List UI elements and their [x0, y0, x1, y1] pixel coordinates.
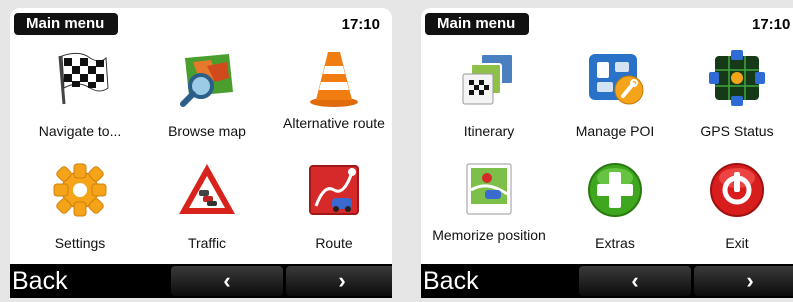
- menu-grid: Navigate to... Browse map Alternative ro…: [10, 44, 392, 266]
- item-label: Navigate to...: [38, 123, 122, 139]
- navigate-to-button[interactable]: Navigate to...: [20, 44, 140, 154]
- checkered-flag-icon: [58, 52, 109, 105]
- alternative-route-button[interactable]: Alternative route: [274, 44, 392, 154]
- menu-title: Main menu: [14, 13, 119, 35]
- menu-title: Main menu: [425, 13, 530, 35]
- map-magnifier-icon: [180, 54, 233, 107]
- gps-status-button[interactable]: GPS Status: [677, 44, 793, 154]
- itinerary-icon: [462, 53, 514, 105]
- next-page-button[interactable]: ›: [286, 266, 392, 296]
- clock: 17:10: [752, 16, 791, 33]
- settings-button[interactable]: Settings: [20, 156, 140, 266]
- header: Main menu 17:10: [10, 8, 392, 40]
- item-label: Itinerary: [463, 123, 515, 139]
- item-label: Traffic: [187, 235, 227, 251]
- extras-button[interactable]: Extras: [555, 156, 675, 266]
- traffic-warning-icon: [179, 164, 235, 214]
- item-label: GPS Status: [700, 123, 774, 139]
- item-label: Browse map: [168, 123, 246, 139]
- route-icon: [309, 165, 359, 215]
- item-label: Route: [315, 235, 353, 251]
- item-label: Settings: [54, 235, 106, 251]
- header: Main menu 17:10: [421, 8, 793, 40]
- previous-page-button[interactable]: ‹: [579, 266, 691, 296]
- menu-grid: Itinerary Manage POI GPS Status Memorize…: [421, 44, 793, 266]
- item-label: Manage POI: [575, 123, 655, 139]
- bottom-bar: Back ‹ ›: [10, 264, 392, 298]
- poi-icon: [589, 54, 644, 105]
- traffic-cone-icon: [310, 52, 358, 107]
- plus-icon: [588, 163, 642, 217]
- item-label: Extras: [595, 235, 635, 251]
- gps-satellite-icon: [709, 50, 765, 106]
- clock: 17:10: [341, 16, 380, 33]
- manage-poi-button[interactable]: Manage POI: [555, 44, 675, 154]
- memorize-position-button[interactable]: Memorize position: [429, 156, 549, 266]
- itinerary-button[interactable]: Itinerary: [429, 44, 549, 154]
- route-button[interactable]: Route: [274, 156, 392, 266]
- previous-page-button[interactable]: ‹: [171, 266, 283, 296]
- item-label: Alternative route: [283, 115, 385, 131]
- gear-icon: [53, 163, 107, 217]
- traffic-button[interactable]: Traffic: [147, 156, 267, 266]
- memorize-position-icon: [466, 163, 512, 215]
- browse-map-button[interactable]: Browse map: [147, 44, 267, 154]
- exit-button[interactable]: Exit: [677, 156, 793, 266]
- bottom-bar: Back ‹ ›: [421, 264, 793, 298]
- main-menu-screen-2: Main menu 17:10 Itinerary Manage POI GPS…: [421, 8, 793, 298]
- power-icon: [710, 163, 764, 217]
- next-page-button[interactable]: ›: [694, 266, 793, 296]
- main-menu-screen-1: Main menu 17:10 Navigate to... Browse ma…: [10, 8, 392, 298]
- item-label: Exit: [725, 235, 749, 251]
- back-button[interactable]: Back: [12, 264, 68, 298]
- item-label: Memorize position: [432, 227, 546, 243]
- back-button[interactable]: Back: [423, 264, 479, 298]
